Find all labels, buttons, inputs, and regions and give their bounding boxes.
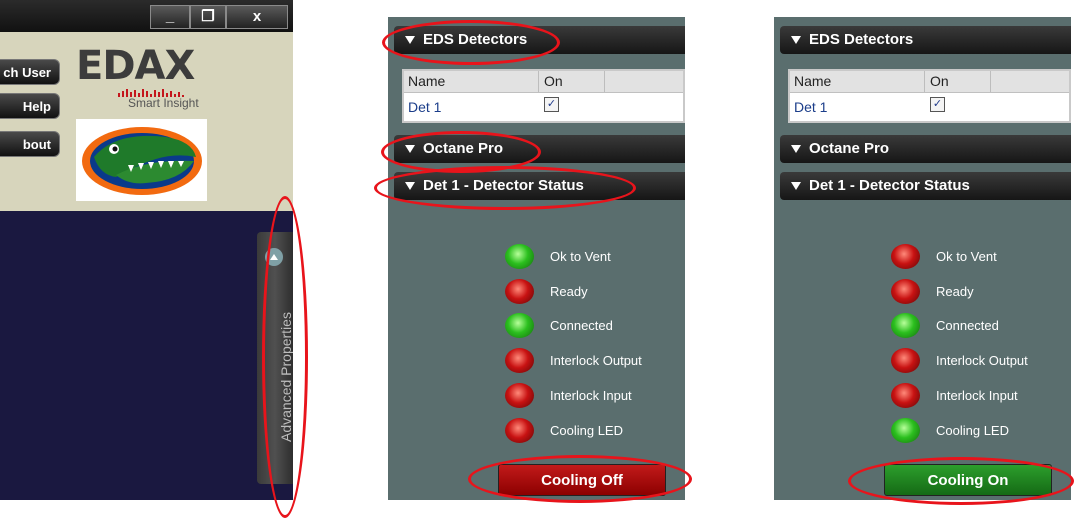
close-button[interactable]: x <box>226 5 288 29</box>
app-header: ch User Help bout EDAX Smart Insight <box>0 32 293 211</box>
about-button[interactable]: bout <box>0 131 60 157</box>
logo-tagline: Smart Insight <box>128 96 199 110</box>
collapse-triangle-icon <box>791 144 801 153</box>
status-label: Ok to Vent <box>550 249 611 264</box>
status-led-icon <box>891 313 920 338</box>
status-led-icon <box>891 279 920 304</box>
status-label: Ok to Vent <box>936 249 997 264</box>
section-title: Octane Pro <box>423 140 504 157</box>
column-header-name[interactable]: Name <box>408 73 445 89</box>
detector-panel-cooling-off: EDS Detectors Name On Det 1 ✓ Octane Pro… <box>388 17 685 500</box>
status-label: Interlock Output <box>936 353 1028 368</box>
section-title: EDS Detectors <box>423 31 528 48</box>
column-divider <box>924 71 925 92</box>
status-label: Cooling LED <box>936 423 1009 438</box>
table-row[interactable]: Det 1 ✓ <box>404 93 683 121</box>
status-label: Ready <box>550 284 588 299</box>
section-header-eds-detectors[interactable]: EDS Detectors <box>394 26 685 54</box>
gator-icon <box>82 127 202 195</box>
detector-grid: Name On Det 1 ✓ <box>788 69 1071 123</box>
status-row-connected: Connected <box>774 313 1071 341</box>
status-label: Interlock Input <box>936 388 1018 403</box>
app-window: _ ❐ x ch User Help bout EDAX Smart Insig… <box>0 0 293 500</box>
status-led-icon <box>505 348 534 373</box>
status-led-icon <box>505 244 534 269</box>
status-label: Interlock Output <box>550 353 642 368</box>
status-led-icon <box>505 418 534 443</box>
grid-header: Name On <box>790 71 1069 93</box>
status-label: Ready <box>936 284 974 299</box>
status-row-ok-to-vent: Ok to Vent <box>388 244 685 272</box>
status-row-interlock-input: Interlock Input <box>388 383 685 411</box>
status-led-icon <box>891 348 920 373</box>
section-header-eds-detectors[interactable]: EDS Detectors <box>780 26 1071 54</box>
advanced-properties-tab[interactable]: Advanced Properties <box>257 232 293 484</box>
detector-panel-cooling-on: EDS Detectors Name On Det 1 ✓ Octane Pro… <box>774 17 1071 500</box>
collapse-triangle-icon <box>791 35 801 44</box>
cooling-off-button[interactable]: Cooling Off <box>498 464 666 496</box>
column-header-name[interactable]: Name <box>794 73 831 89</box>
collapse-triangle-icon <box>405 35 415 44</box>
detector-name-cell: Det 1 <box>794 99 828 115</box>
status-row-interlock-output: Interlock Output <box>774 348 1071 376</box>
maximize-button[interactable]: ❐ <box>190 5 226 29</box>
section-header-octane-pro[interactable]: Octane Pro <box>780 135 1071 163</box>
gator-logo-image <box>76 119 207 201</box>
status-led-icon <box>891 418 920 443</box>
status-row-ready: Ready <box>388 279 685 307</box>
column-header-on[interactable]: On <box>544 73 563 89</box>
status-row-cooling-led: Cooling LED <box>388 418 685 446</box>
brand-logo: EDAX <box>76 43 195 89</box>
collapse-triangle-icon <box>405 144 415 153</box>
status-led-icon <box>505 383 534 408</box>
section-header-octane-pro[interactable]: Octane Pro <box>394 135 685 163</box>
collapse-triangle-icon <box>791 181 801 190</box>
status-led-icon <box>505 279 534 304</box>
column-header-on[interactable]: On <box>930 73 949 89</box>
minimize-button[interactable]: _ <box>150 5 190 29</box>
section-title: Det 1 - Detector Status <box>809 177 970 194</box>
section-header-detector-status[interactable]: Det 1 - Detector Status <box>394 172 685 200</box>
section-title: Det 1 - Detector Status <box>423 177 584 194</box>
column-divider <box>990 71 991 92</box>
status-led-icon <box>505 313 534 338</box>
section-header-detector-status[interactable]: Det 1 - Detector Status <box>780 172 1071 200</box>
status-row-connected: Connected <box>388 313 685 341</box>
status-label: Connected <box>936 318 999 333</box>
grid-header: Name On <box>404 71 683 93</box>
status-led-icon <box>891 383 920 408</box>
column-divider <box>538 71 539 92</box>
status-label: Interlock Input <box>550 388 632 403</box>
status-led-icon <box>891 244 920 269</box>
section-title: EDS Detectors <box>809 31 914 48</box>
detector-name-cell: Det 1 <box>408 99 442 115</box>
cooling-on-button[interactable]: Cooling On <box>884 464 1052 496</box>
status-row-interlock-output: Interlock Output <box>388 348 685 376</box>
switch-user-button[interactable]: ch User <box>0 59 60 85</box>
table-row[interactable]: Det 1 ✓ <box>790 93 1069 121</box>
status-row-interlock-input: Interlock Input <box>774 383 1071 411</box>
column-divider <box>604 71 605 92</box>
section-title: Octane Pro <box>809 140 890 157</box>
status-label: Cooling LED <box>550 423 623 438</box>
title-bar: _ ❐ x <box>0 0 293 32</box>
status-row-ok-to-vent: Ok to Vent <box>774 244 1071 272</box>
status-row-ready: Ready <box>774 279 1071 307</box>
collapse-triangle-icon <box>405 181 415 190</box>
status-label: Connected <box>550 318 613 333</box>
help-button[interactable]: Help <box>0 93 60 119</box>
status-row-cooling-led: Cooling LED <box>774 418 1071 446</box>
detector-on-checkbox[interactable]: ✓ <box>544 97 559 112</box>
detector-grid: Name On Det 1 ✓ <box>402 69 685 123</box>
detector-on-checkbox[interactable]: ✓ <box>930 97 945 112</box>
advanced-properties-label: Advanced Properties <box>278 312 293 442</box>
